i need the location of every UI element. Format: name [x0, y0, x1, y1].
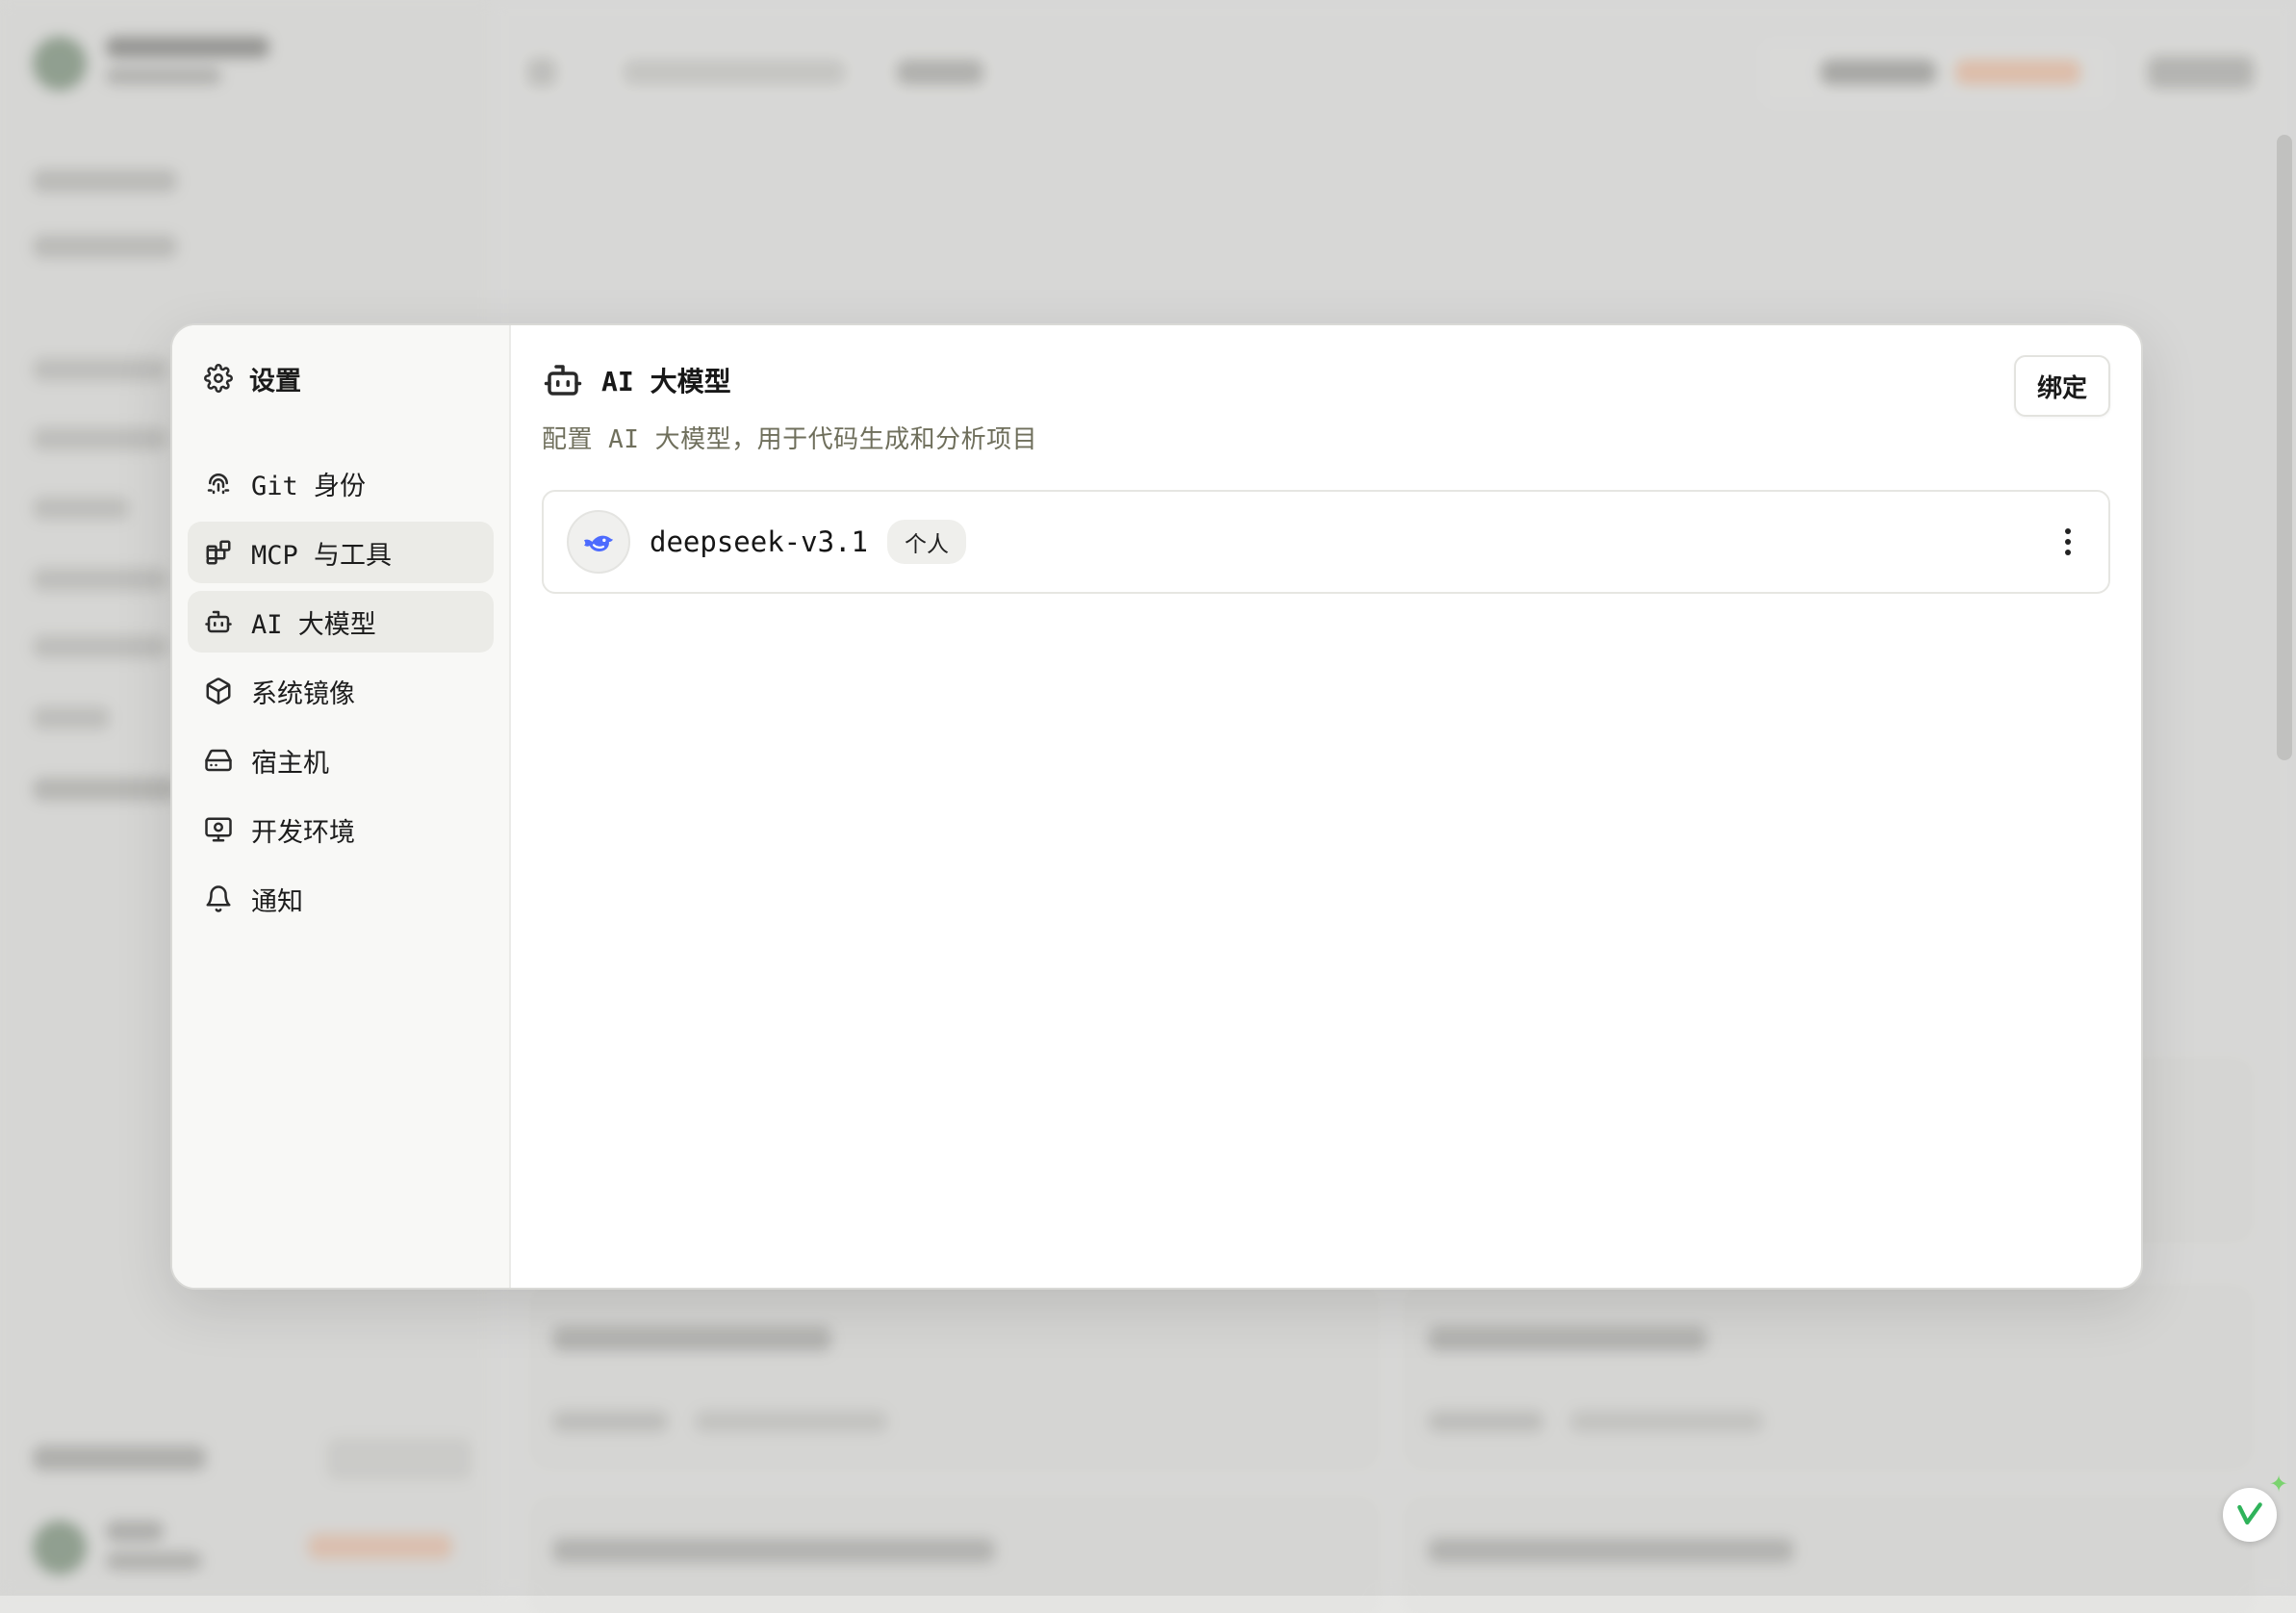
bell-icon	[203, 883, 234, 914]
cube-icon	[203, 676, 234, 706]
assistant-logo-icon	[2234, 1499, 2265, 1530]
panel-subtitle: 配置 AI 大模型，用于代码生成和分析项目	[542, 420, 2110, 455]
nav-item-label: 系统镜像	[251, 673, 355, 710]
nav-item-ai-models[interactable]: AI 大模型	[188, 591, 494, 653]
fingerprint-icon	[203, 468, 234, 499]
nav-item-dev-env[interactable]: 开发环境	[188, 799, 494, 860]
nav-item-label: 开发环境	[251, 811, 355, 849]
sparkle-icon: ✦	[2269, 1471, 2288, 1498]
settings-dialog: 设置 Git 身份 MCP 与工具 AI 大模型 系统镜像	[170, 323, 2143, 1290]
monitor-icon	[203, 814, 234, 845]
nav-item-label: 通知	[251, 881, 303, 918]
nav-item-label: Git 身份	[251, 465, 366, 502]
nav-item-git-identity[interactable]: Git 身份	[188, 452, 494, 514]
hard-drive-icon	[203, 745, 234, 776]
panel-header: AI 大模型	[542, 356, 2110, 404]
model-name: deepseek-v3.1	[650, 525, 868, 558]
deepseek-whale-icon	[567, 510, 630, 574]
gear-icon	[203, 363, 234, 394]
bot-icon	[542, 359, 584, 401]
model-card[interactable]: deepseek-v3.1 个人	[542, 490, 2110, 594]
nav-item-system-images[interactable]: 系统镜像	[188, 660, 494, 722]
bot-icon	[203, 606, 234, 637]
settings-sidebar: 设置 Git 身份 MCP 与工具 AI 大模型 系统镜像	[172, 325, 511, 1288]
model-scope-badge: 个人	[887, 520, 966, 564]
settings-title: 设置	[188, 354, 494, 402]
nav-item-label: MCP 与工具	[251, 534, 392, 572]
settings-title-text: 设置	[249, 360, 301, 397]
nav-item-label: AI 大模型	[251, 603, 376, 641]
nav-item-notifications[interactable]: 通知	[188, 868, 494, 930]
more-options-icon[interactable]	[2049, 523, 2087, 561]
blocks-icon	[203, 537, 234, 568]
bind-button[interactable]: 绑定	[2014, 355, 2110, 417]
nav-item-mcp-tools[interactable]: MCP 与工具	[188, 522, 494, 583]
ai-models-panel: AI 大模型 配置 AI 大模型，用于代码生成和分析项目 绑定 deepseek…	[511, 325, 2141, 1288]
nav-item-label: 宿主机	[251, 742, 329, 780]
panel-title: AI 大模型	[601, 361, 731, 399]
nav-item-host[interactable]: 宿主机	[188, 730, 494, 791]
